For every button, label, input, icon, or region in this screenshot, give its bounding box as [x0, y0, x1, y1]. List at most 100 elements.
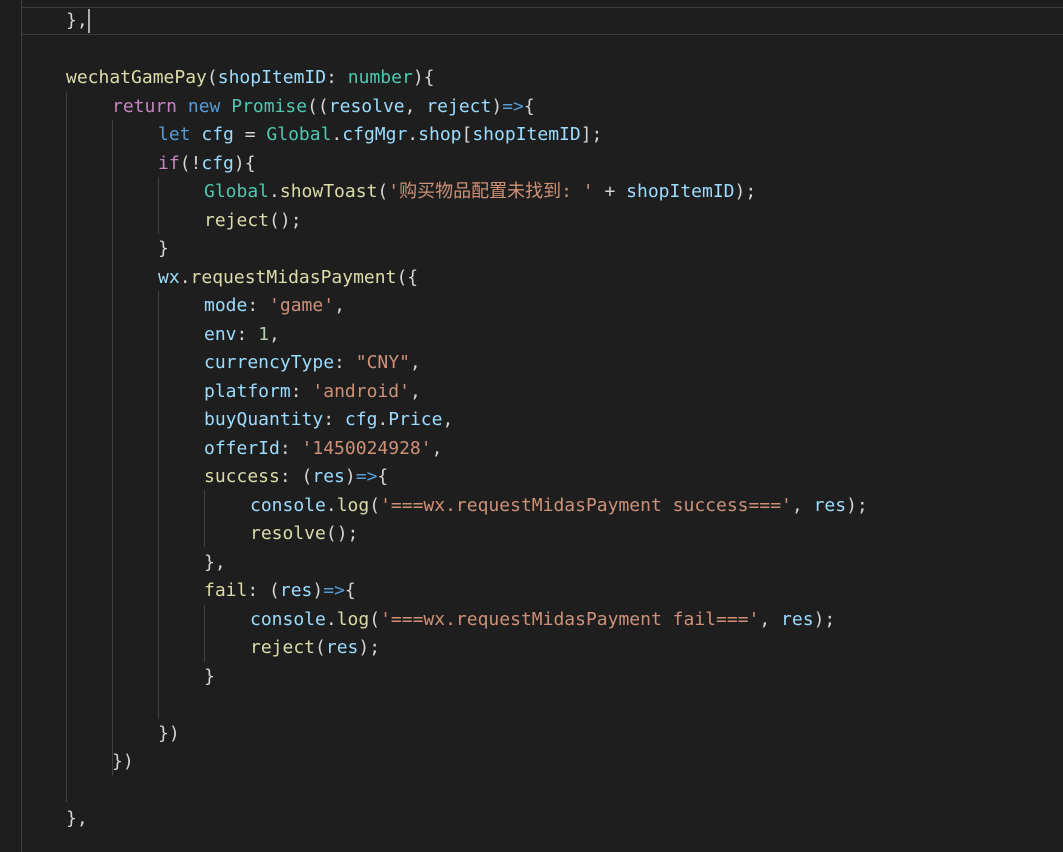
code-token: . [269, 181, 280, 202]
code-token: buyQuantity [204, 409, 324, 430]
code-token: reject [426, 95, 492, 117]
code-token: . [325, 608, 337, 630]
code-line[interactable]: }) [158, 720, 180, 748]
code-line[interactable]: }, [204, 549, 226, 577]
code-token: . [407, 124, 419, 145]
code-token: { [344, 580, 356, 601]
indent-guide [112, 120, 113, 776]
indent-guide [158, 177, 159, 234]
code-token: => [323, 580, 345, 601]
code-token: res [781, 608, 814, 630]
code-line[interactable]: wx.requestMidasPayment({ [158, 264, 418, 292]
code-token: , [409, 352, 421, 373]
code-line[interactable]: console.log('===wx.requestMidasPayment f… [250, 606, 835, 634]
code-token: ); [846, 494, 868, 516]
code-token: } [204, 665, 215, 687]
code-token: resolve [250, 523, 326, 544]
code-token: shopItemID [626, 181, 735, 202]
code-token: Global [204, 181, 270, 202]
code-token: , [759, 608, 782, 630]
code-token: ( [377, 181, 389, 202]
code-token: => [355, 466, 378, 487]
code-token: log [336, 608, 370, 630]
code-line[interactable]: env: 1, [204, 321, 280, 349]
code-token: shopItemID [217, 67, 327, 88]
code-line[interactable]: buyQuantity: cfg.Price, [204, 406, 453, 434]
code-token: . [325, 494, 337, 516]
code-line[interactable]: return new Promise((resolve, reject)=>{ [112, 93, 535, 121]
code-line[interactable]: if(!cfg){ [158, 150, 256, 178]
code-editor[interactable]: }, wechatGamePay(shopItemID: number){retu… [0, 0, 1063, 852]
code-token: currencyType [204, 352, 335, 373]
code-token: ( [315, 637, 326, 658]
indent-guide [66, 92, 67, 802]
code-token: '购买物品配置未找到: ' [388, 181, 594, 202]
code-token: env [204, 323, 237, 345]
code-token: }, [66, 808, 88, 829]
code-token: ); [358, 637, 381, 658]
code-token: }, [66, 10, 88, 31]
code-token: => [502, 95, 524, 117]
code-token: = [233, 124, 267, 145]
code-token: ){ [233, 152, 256, 174]
code-token: offerId [204, 437, 280, 459]
code-line[interactable]: } [158, 235, 169, 263]
current-line-highlight [22, 7, 1063, 35]
code-token: 'game' [269, 295, 335, 316]
code-line[interactable]: fail: (res)=>{ [204, 577, 356, 605]
code-line[interactable]: reject(); [204, 207, 302, 235]
code-token: cfg [201, 124, 234, 145]
code-token: cfgMgr [342, 124, 408, 145]
code-token: : [334, 352, 356, 373]
code-token: res [279, 580, 313, 601]
code-token: number [347, 67, 413, 88]
code-token: , [409, 380, 421, 402]
code-line[interactable]: }, [66, 7, 88, 35]
code-line[interactable]: } [204, 663, 215, 691]
code-token: platform [204, 380, 291, 402]
code-token: reject [204, 209, 270, 231]
code-line[interactable]: }, [66, 805, 88, 833]
code-token: : [236, 323, 259, 345]
code-line[interactable]: let cfg = Global.cfgMgr.shop[shopItemID]… [158, 121, 602, 149]
code-line[interactable]: }) [112, 748, 134, 776]
code-token: reject [250, 637, 316, 658]
code-token: shopItemID [472, 124, 581, 145]
indent-guide [204, 605, 205, 662]
code-token: ); [813, 608, 836, 630]
code-token: cfg [201, 152, 234, 174]
code-token: ( [369, 494, 381, 516]
code-token: }, [204, 551, 226, 573]
code-line[interactable]: success: (res)=>{ [204, 463, 388, 491]
code-token: . [179, 266, 191, 288]
code-token: '===wx.requestMidasPayment success===' [380, 494, 792, 516]
code-token: requestMidasPayment [190, 266, 397, 288]
code-token: cfg [344, 409, 378, 430]
code-line[interactable]: resolve(); [250, 520, 358, 548]
code-token: Price [388, 409, 443, 430]
code-token: 'android' [312, 380, 410, 402]
code-line[interactable]: platform: 'android', [204, 378, 421, 406]
code-token: ( [206, 67, 218, 88]
code-line[interactable]: Global.showToast('购买物品配置未找到: ' + shopIte… [204, 178, 756, 206]
code-token: ]; [580, 124, 603, 145]
code-token: [ [461, 124, 473, 145]
code-line[interactable]: currencyType: "CNY", [204, 349, 421, 377]
code-line[interactable]: reject(res); [250, 634, 380, 662]
code-line[interactable]: wechatGamePay(shopItemID: number){ [66, 64, 435, 92]
code-token: shop [418, 124, 462, 145]
code-line[interactable]: offerId: '1450024928', [204, 435, 442, 463]
code-token: : ( [279, 466, 313, 487]
code-line[interactable]: mode: 'game', [204, 292, 345, 320]
code-line[interactable]: console.log('===wx.requestMidasPayment s… [250, 492, 868, 520]
code-token: resolve [328, 95, 405, 117]
code-token: ) [491, 95, 503, 117]
code-token: , [431, 437, 443, 459]
indent-guide [204, 490, 205, 547]
code-token: : [323, 409, 345, 430]
code-token: : ( [247, 580, 280, 601]
code-token: (( [307, 95, 329, 117]
code-token: let [158, 124, 191, 145]
